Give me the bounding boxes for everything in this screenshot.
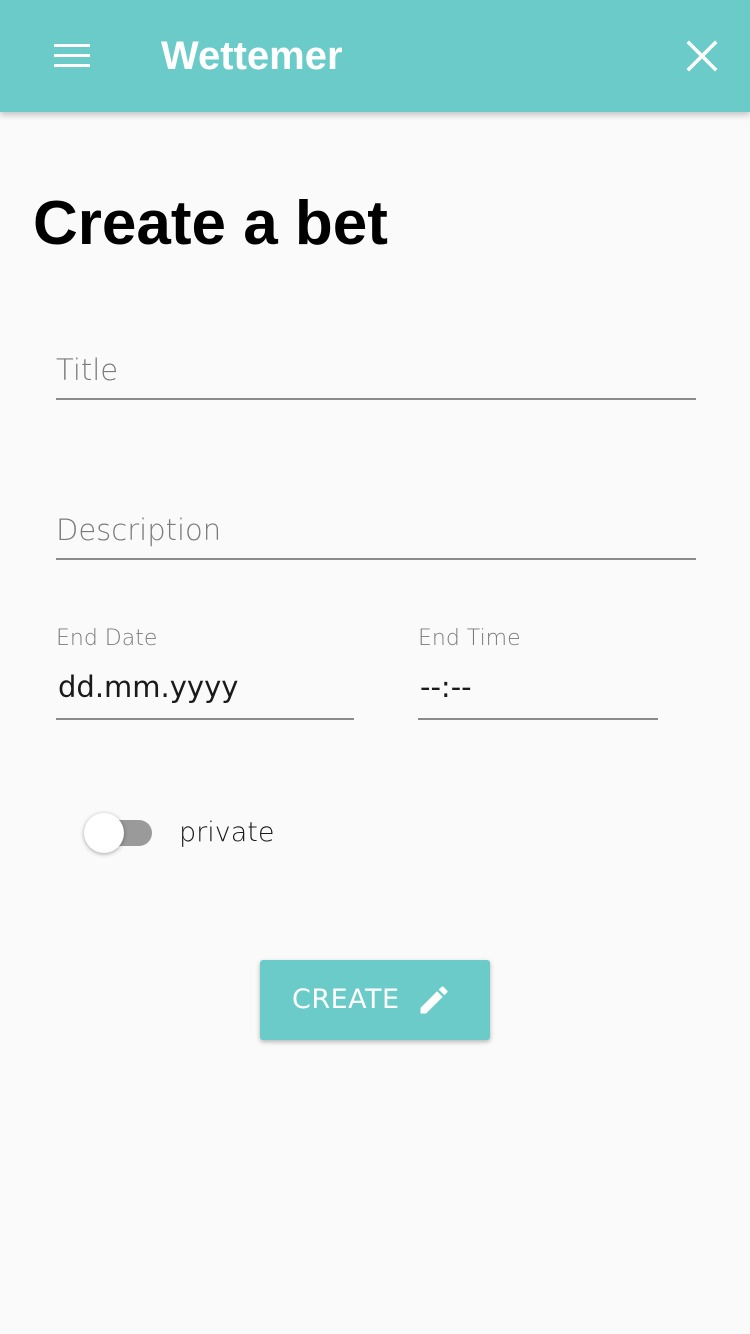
end-date-field[interactable]: dd.mm.yyyy bbox=[56, 664, 354, 720]
close-icon[interactable] bbox=[683, 37, 721, 75]
description-input[interactable] bbox=[56, 502, 696, 552]
create-bet-screen: Wettemer Create a bet End Date dd.mm.yyy… bbox=[0, 0, 750, 1334]
app-title: Wettemer bbox=[161, 34, 343, 78]
private-label: private bbox=[179, 817, 275, 848]
create-button[interactable]: CREATE bbox=[260, 960, 490, 1040]
app-bar: Wettemer bbox=[0, 0, 750, 112]
create-button-label: CREATE bbox=[292, 984, 400, 1015]
page-title: Create a bet bbox=[33, 189, 388, 258]
end-date-input[interactable]: dd.mm.yyyy bbox=[56, 664, 354, 712]
end-time-field[interactable]: --:-- bbox=[418, 664, 658, 720]
toggle-thumb bbox=[84, 813, 124, 853]
end-time-input[interactable]: --:-- bbox=[418, 664, 658, 712]
title-input[interactable] bbox=[56, 342, 696, 392]
title-field[interactable] bbox=[56, 342, 696, 400]
end-date-label: End Date bbox=[56, 626, 158, 651]
hamburger-menu-icon[interactable] bbox=[54, 44, 90, 68]
end-time-label: End Time bbox=[418, 626, 521, 651]
private-toggle[interactable] bbox=[84, 812, 154, 854]
description-field[interactable] bbox=[56, 502, 696, 560]
pencil-icon bbox=[420, 986, 448, 1014]
